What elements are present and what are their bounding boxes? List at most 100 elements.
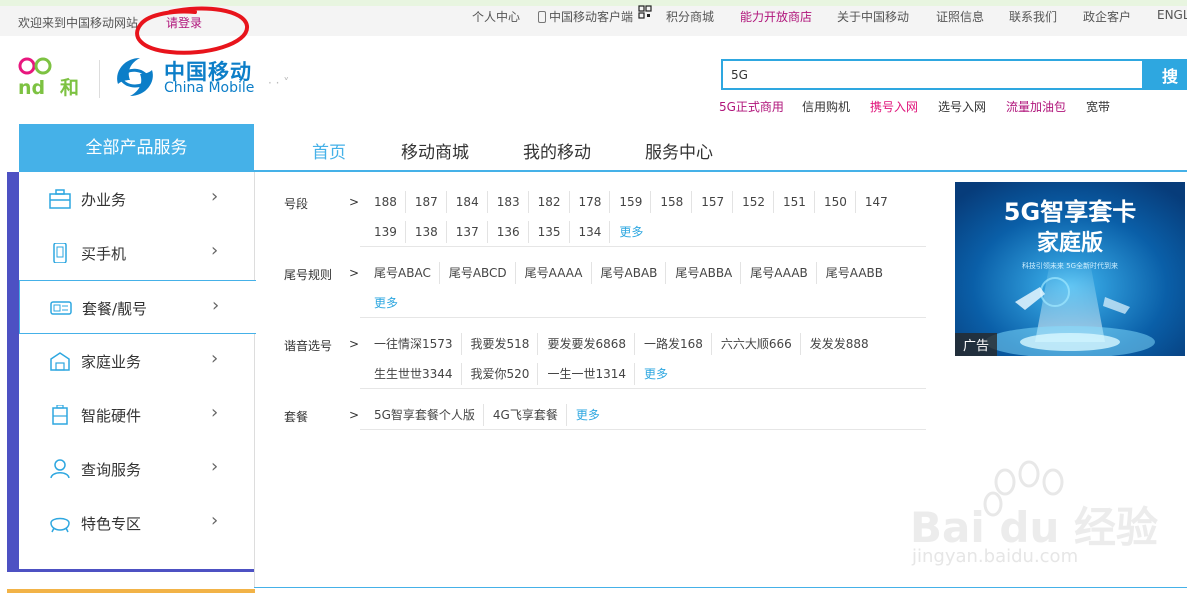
hot-words: 5G正式商用 信用购机 携号入网 选号入网 流量加油包 宽带 xyxy=(0,98,1187,114)
hotword-5g[interactable]: 5G正式商用 xyxy=(719,98,784,115)
panel-option[interactable]: 137 xyxy=(456,223,479,241)
search-button[interactable]: 搜 xyxy=(1142,59,1187,90)
panel-option[interactable]: 尾号AABB xyxy=(826,264,883,282)
sidebar-item-business[interactable]: 办业务 › xyxy=(19,172,254,226)
panel-option-divider xyxy=(445,191,447,213)
hotword-select-number[interactable]: 选号入网 xyxy=(938,98,986,115)
content-bottom-border xyxy=(254,587,1187,588)
panel-more-link[interactable]: 更多 xyxy=(576,406,600,424)
mainnav-mall[interactable]: 移动商城 xyxy=(401,138,469,163)
and-he-logo[interactable]: nd 和 xyxy=(18,56,88,98)
panel-option-divider xyxy=(404,221,406,243)
china-mobile-logo-mark[interactable] xyxy=(112,54,158,100)
panel-option-divider xyxy=(633,363,635,385)
panel-option-divider xyxy=(609,191,611,213)
panel-option[interactable]: 147 xyxy=(865,193,888,211)
panel-option[interactable]: 138 xyxy=(415,223,438,241)
panel-option-divider xyxy=(486,221,488,243)
panel-option[interactable]: 157 xyxy=(701,193,724,211)
panel-option[interactable]: 152 xyxy=(742,193,765,211)
panel-option-divider xyxy=(633,333,635,355)
mainnav-home[interactable]: 首页 xyxy=(312,138,346,163)
sidebar-item-smart-hardware[interactable]: 智能硬件 › xyxy=(19,388,254,442)
sidebar-item-label: 套餐/靓号 xyxy=(82,300,148,318)
sidebar-item-query[interactable]: 查询服务 › xyxy=(19,442,254,496)
topnav-english[interactable]: ENGL xyxy=(1157,8,1187,22)
panel-option[interactable]: 184 xyxy=(456,193,479,211)
panel-option[interactable]: 188 xyxy=(374,193,397,211)
panel-more-link[interactable]: 更多 xyxy=(619,223,643,241)
panel-option-divider xyxy=(650,191,652,213)
qr-code-icon[interactable] xyxy=(638,5,652,19)
mainnav-service-center[interactable]: 服务中心 xyxy=(645,138,713,163)
panel-option[interactable]: 187 xyxy=(415,193,438,211)
panel-option[interactable]: 一生一世1314 xyxy=(547,365,626,383)
panel-option[interactable]: 一路发168 xyxy=(644,335,703,353)
panel-option[interactable]: 139 xyxy=(374,223,397,241)
chevron-right-icon: › xyxy=(212,295,220,316)
panel-option-divider xyxy=(527,221,529,243)
panel-more-link[interactable]: 更多 xyxy=(644,365,668,383)
panel-option[interactable]: 六六大顺666 xyxy=(721,335,792,353)
sidebar-item-plans-numbers[interactable]: 套餐/靓号 › xyxy=(19,280,256,334)
hotword-credit-phone[interactable]: 信用购机 xyxy=(802,98,850,115)
topnav-client-app[interactable]: 中国移动客户端 xyxy=(538,8,633,25)
panel-row-arrow: > xyxy=(349,337,360,351)
panel-row-divider xyxy=(360,317,926,318)
panel-option-divider xyxy=(732,191,734,213)
home-icon xyxy=(50,352,70,371)
sidebar-item-buy-phone[interactable]: 买手机 › xyxy=(19,226,254,280)
sidebar-item-featured[interactable]: 特色专区 › xyxy=(19,496,254,550)
panel-option[interactable]: 我要发518 xyxy=(471,335,530,353)
mainnav-my-mobile[interactable]: 我的移动 xyxy=(523,138,591,163)
panel-row-divider xyxy=(360,429,926,430)
panel-option[interactable]: 我爱你520 xyxy=(471,365,530,383)
panel-option[interactable]: 136 xyxy=(497,223,520,241)
topnav-contact[interactable]: 联系我们 xyxy=(1009,8,1057,25)
sidebar-item-label: 查询服务 xyxy=(81,461,142,479)
panel-option[interactable]: 178 xyxy=(579,193,602,211)
panel-option[interactable]: 150 xyxy=(824,193,847,211)
panel-option[interactable]: 生生世世3344 xyxy=(374,365,453,383)
panel-option[interactable]: 尾号ABCD xyxy=(449,264,507,282)
panel-option[interactable]: 134 xyxy=(579,223,602,241)
panel-option[interactable]: 尾号ABAC xyxy=(374,264,431,282)
topnav-open-store[interactable]: 能力开放商店 xyxy=(740,8,812,25)
hotword-port-number[interactable]: 携号入网 xyxy=(870,98,918,115)
all-products-button[interactable]: 全部产品服务 xyxy=(19,124,254,172)
topnav-licenses[interactable]: 证照信息 xyxy=(936,8,984,25)
chevron-right-icon: › xyxy=(211,402,219,423)
topnav-enterprise[interactable]: 政企客户 xyxy=(1083,8,1131,25)
topnav-about[interactable]: 关于中国移动 xyxy=(837,8,909,25)
panel-option-divider xyxy=(445,221,447,243)
panel-option[interactable]: 182 xyxy=(538,193,561,211)
topnav-personal-center[interactable]: 个人中心 xyxy=(472,8,520,25)
sidebar-bottom-border xyxy=(7,569,255,572)
panel-more-link[interactable]: 更多 xyxy=(374,294,398,312)
search-input[interactable] xyxy=(721,59,1142,90)
panel-option-divider xyxy=(460,333,462,355)
ad-banner[interactable]: 5G智享套卡 家庭版 科技引领未来 5G全新时代到来 广告 xyxy=(955,182,1185,356)
panel-option[interactable]: 4G飞享套餐 xyxy=(493,406,558,424)
panel-option[interactable]: 159 xyxy=(619,193,642,211)
panel-option[interactable]: 183 xyxy=(497,193,520,211)
panel-option-divider xyxy=(404,191,406,213)
panel-option[interactable]: 151 xyxy=(783,193,806,211)
panel-option[interactable]: 135 xyxy=(538,223,561,241)
sidebar-item-home-services[interactable]: 家庭业务 › xyxy=(19,334,254,388)
panel-option-divider xyxy=(565,404,567,426)
panel-option[interactable]: 尾号AAAB xyxy=(750,264,808,282)
panel-option[interactable]: 一往情深1573 xyxy=(374,335,453,353)
panel-row-label: 套餐 xyxy=(284,410,309,424)
hotword-data-pack[interactable]: 流量加油包 xyxy=(1006,98,1066,115)
panel-option[interactable]: 尾号AAAA xyxy=(525,264,583,282)
panel-option[interactable]: 5G智享套餐个人版 xyxy=(374,406,475,424)
panel-option[interactable]: 要发要发6868 xyxy=(547,335,626,353)
region-selector[interactable]: · · ˅ xyxy=(268,76,289,90)
panel-option[interactable]: 尾号ABAB xyxy=(601,264,658,282)
panel-option[interactable]: 158 xyxy=(660,193,683,211)
panel-option[interactable]: 尾号ABBA xyxy=(675,264,732,282)
topnav-points-mall[interactable]: 积分商城 xyxy=(666,8,714,25)
panel-option[interactable]: 发发发888 xyxy=(810,335,869,353)
hotword-broadband[interactable]: 宽带 xyxy=(1086,98,1110,115)
